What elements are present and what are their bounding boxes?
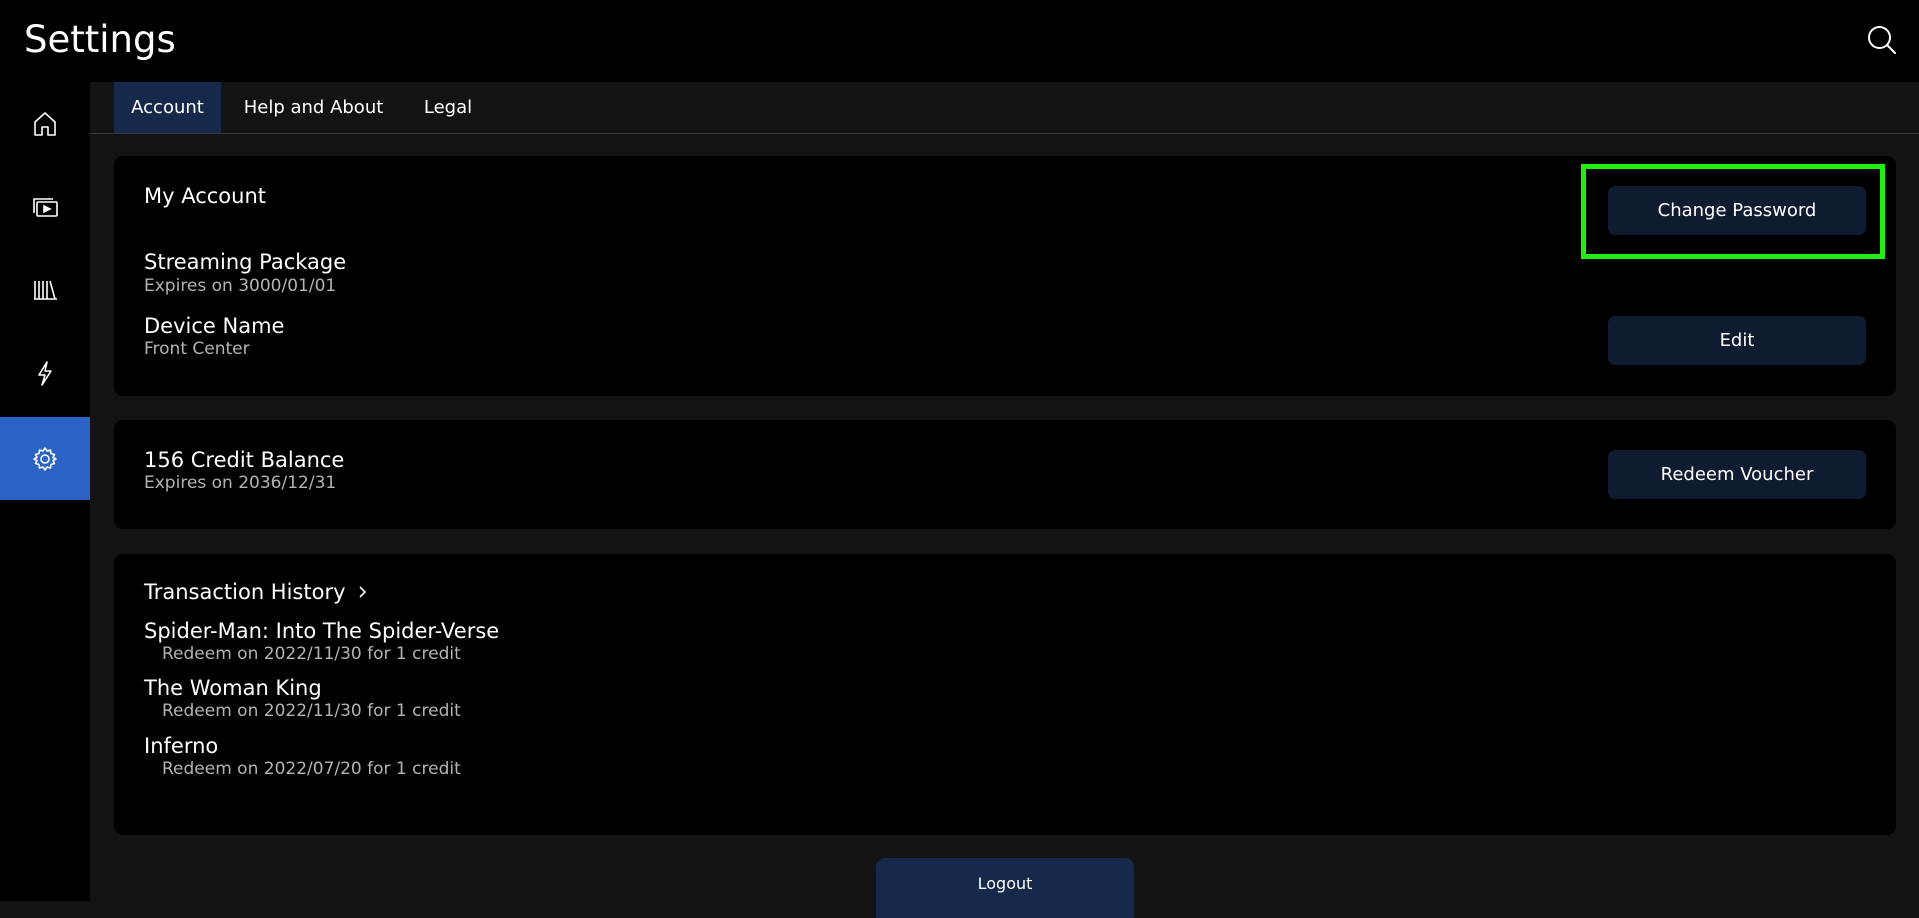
sidebar-item-lightning[interactable] [0, 331, 90, 414]
tab-legal[interactable]: Legal [406, 82, 490, 133]
search-icon[interactable] [1866, 24, 1898, 56]
sidebar-item-settings[interactable] [0, 417, 90, 500]
transaction-title: Spider-Man: Into The Spider-Verse [144, 619, 500, 643]
transaction-title: Inferno [144, 734, 219, 758]
chevron-right-icon [356, 585, 368, 599]
page-title: Settings [24, 18, 176, 61]
list-item: Inferno Redeem on 2022/07/20 for 1 credi… [144, 733, 461, 779]
streaming-package-expiry: Expires on 3000/01/01 [144, 276, 337, 296]
account-card: My Account Change Password Streaming Pac… [114, 156, 1896, 396]
transaction-history-card: Transaction History Spider-Man: Into The… [114, 554, 1896, 835]
tab-account[interactable]: Account [114, 82, 221, 133]
sidebar-item-movies[interactable] [0, 165, 90, 248]
transaction-title: The Woman King [144, 676, 322, 700]
movies-icon [31, 193, 59, 221]
lightning-icon [31, 359, 59, 387]
streaming-package-title: Streaming Package [144, 250, 347, 274]
list-item: The Woman King Redeem on 2022/11/30 for … [144, 675, 461, 721]
transaction-history-title: Transaction History [144, 580, 346, 604]
device-name-value: Front Center [144, 339, 250, 359]
sidebar [0, 82, 90, 901]
device-name-title: Device Name [144, 314, 285, 338]
list-item: Spider-Man: Into The Spider-Verse Redeem… [144, 618, 499, 664]
tab-bar: Account Help and About Legal [90, 82, 1919, 134]
edit-device-button[interactable]: Edit [1608, 316, 1866, 365]
gear-icon [31, 445, 59, 473]
change-password-button[interactable]: Change Password [1608, 186, 1866, 235]
transaction-detail: Redeem on 2022/11/30 for 1 credit [162, 701, 461, 721]
account-title: My Account [144, 184, 267, 208]
credit-expiry: Expires on 2036/12/31 [144, 473, 337, 493]
transaction-detail: Redeem on 2022/11/30 for 1 credit [162, 644, 461, 664]
sidebar-item-home[interactable] [0, 82, 90, 165]
library-icon [31, 276, 59, 304]
credits-card: 156 Credit Balance Expires on 2036/12/31… [114, 420, 1896, 529]
logout-button[interactable]: Logout [876, 858, 1134, 918]
transaction-history-link[interactable]: Transaction History [144, 580, 368, 604]
sidebar-item-library[interactable] [0, 248, 90, 331]
redeem-voucher-button[interactable]: Redeem Voucher [1608, 450, 1866, 499]
transaction-detail: Redeem on 2022/07/20 for 1 credit [162, 759, 461, 779]
tab-help-and-about[interactable]: Help and About [221, 82, 406, 133]
home-icon [31, 110, 59, 138]
top-bar: Settings [0, 0, 1919, 82]
credit-balance: 156 Credit Balance [144, 448, 345, 472]
